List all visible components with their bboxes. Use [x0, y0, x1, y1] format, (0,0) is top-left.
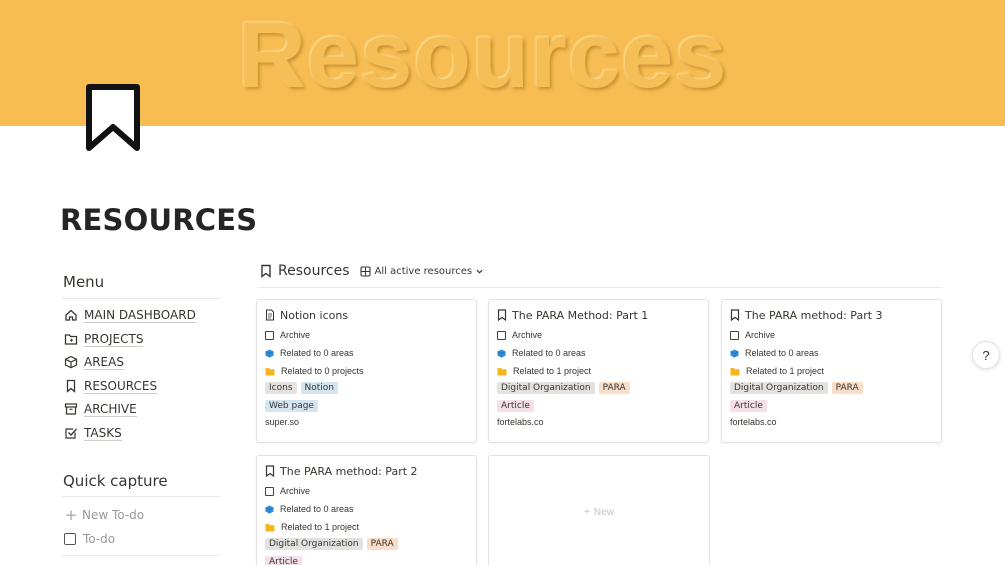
archive-label: Archive	[280, 330, 311, 340]
related-projects[interactable]: Related to 0 projects	[281, 366, 364, 376]
page-title: RESOURCES	[60, 203, 258, 237]
tag: PARA	[831, 382, 863, 394]
card-title: Notion icons	[280, 308, 349, 322]
menu-item-areas[interactable]: AREAS	[64, 353, 124, 371]
card-url[interactable]: fortelabs.co	[730, 417, 941, 427]
folder-icon	[64, 334, 78, 345]
database-header: Resources All active resources	[260, 262, 488, 280]
menu-item-label: ARCHIVE	[84, 401, 137, 417]
menu-item-label: AREAS	[84, 354, 124, 370]
related-projects[interactable]: Related to 1 project	[281, 522, 359, 532]
gallery-card[interactable]: Notion icons Archive Related to 0 areas …	[256, 299, 477, 443]
help-button[interactable]: ?	[972, 341, 1000, 369]
tag: Digital Organization	[730, 382, 828, 394]
tag: PARA	[598, 382, 630, 394]
gallery-view-icon	[359, 265, 371, 277]
menu-item-tasks[interactable]: TASKS	[64, 424, 122, 442]
folder-icon	[265, 367, 275, 375]
tag: Digital Organization	[265, 538, 363, 550]
quick-capture-heading: Quick capture	[63, 472, 168, 490]
archive-label: Archive	[280, 486, 311, 496]
gallery-card[interactable]: The PARA method: Part 2 Archive Related …	[256, 455, 477, 565]
tag: Article	[497, 400, 534, 412]
bookmark-icon	[66, 379, 76, 393]
tag: Article	[730, 400, 767, 412]
card-title: The PARA method: Part 3	[745, 308, 883, 322]
related-areas[interactable]: Related to 0 areas	[745, 348, 819, 358]
tag: Article	[265, 556, 302, 565]
folder-icon	[265, 523, 275, 531]
menu-item-label: RESOURCES	[84, 378, 158, 394]
tag: PARA	[366, 538, 398, 550]
cube-icon	[730, 348, 739, 358]
tag: Notion	[300, 382, 338, 394]
todo-checkbox[interactable]	[64, 533, 76, 545]
archive-box-icon	[64, 403, 78, 415]
menu-item-label: MAIN DASHBOARD	[84, 307, 196, 323]
card-url[interactable]: fortelabs.co	[497, 417, 708, 427]
cube-icon	[265, 504, 274, 514]
bookmark-icon	[261, 264, 271, 278]
archive-label: Archive	[745, 330, 776, 340]
quick-capture-bottom-divider	[62, 555, 220, 556]
menu-item-label: TASKS	[84, 425, 122, 441]
cube-icon	[265, 348, 274, 358]
bookmark-icon	[730, 309, 740, 321]
plus-icon: +	[64, 506, 78, 524]
gallery-card[interactable]: The PARA method: Part 3 Archive Related …	[721, 299, 942, 443]
database-divider	[257, 287, 943, 288]
tag: Web page	[265, 400, 318, 412]
cover-banner: Resources	[0, 0, 1005, 126]
archive-label: Archive	[512, 330, 543, 340]
home-icon	[65, 309, 77, 321]
cube-icon	[64, 355, 78, 369]
bookmark-icon	[265, 465, 275, 477]
todo-item[interactable]: To-do	[64, 530, 115, 548]
menu-item-projects[interactable]: PROJECTS	[64, 330, 144, 348]
chevron-down-icon	[476, 269, 483, 274]
page-icon	[266, 309, 274, 321]
database-title[interactable]: Resources	[278, 263, 350, 279]
plus-icon: +	[584, 507, 590, 518]
view-selector-label: All active resources	[374, 265, 473, 277]
view-selector[interactable]: All active resources	[359, 265, 489, 277]
archive-checkbox[interactable]	[265, 486, 274, 496]
cube-icon	[497, 348, 506, 358]
folder-icon	[730, 367, 740, 375]
card-title: The PARA method: Part 2	[280, 464, 418, 478]
menu-divider	[62, 298, 220, 299]
checkbox-icon	[65, 428, 77, 439]
card-title: The PARA Method: Part 1	[512, 308, 649, 322]
todo-label: To-do	[83, 532, 116, 546]
menu-item-resources[interactable]: RESOURCES	[64, 377, 158, 395]
gallery-card[interactable]: The PARA Method: Part 1 Archive Related …	[488, 299, 709, 443]
tag: Icons	[265, 382, 297, 394]
card-url[interactable]: super.so	[265, 417, 476, 427]
quick-capture-divider	[62, 496, 220, 497]
bookmark-icon[interactable]	[84, 82, 142, 154]
menu-heading: Menu	[63, 273, 105, 291]
related-projects[interactable]: Related to 1 project	[746, 366, 824, 376]
related-areas[interactable]: Related to 0 areas	[280, 504, 354, 514]
new-card-label: New	[593, 507, 614, 518]
archive-checkbox[interactable]	[497, 330, 506, 340]
new-todo-label: New To-do	[82, 508, 145, 522]
new-card-button[interactable]: + New	[488, 455, 710, 565]
related-areas[interactable]: Related to 0 areas	[512, 348, 586, 358]
menu-item-main-dashboard[interactable]: MAIN DASHBOARD	[64, 306, 196, 324]
menu-item-label: PROJECTS	[84, 331, 144, 347]
bookmark-icon	[497, 309, 507, 321]
cover-title: Resources	[238, 2, 728, 107]
tag: Digital Organization	[497, 382, 595, 394]
menu-item-archive[interactable]: ARCHIVE	[64, 400, 137, 418]
related-projects[interactable]: Related to 1 project	[513, 366, 591, 376]
archive-checkbox[interactable]	[730, 330, 739, 340]
related-areas[interactable]: Related to 0 areas	[280, 348, 354, 358]
folder-icon	[497, 367, 507, 375]
new-todo-button[interactable]: + New To-do	[64, 506, 144, 524]
archive-checkbox[interactable]	[265, 330, 274, 340]
